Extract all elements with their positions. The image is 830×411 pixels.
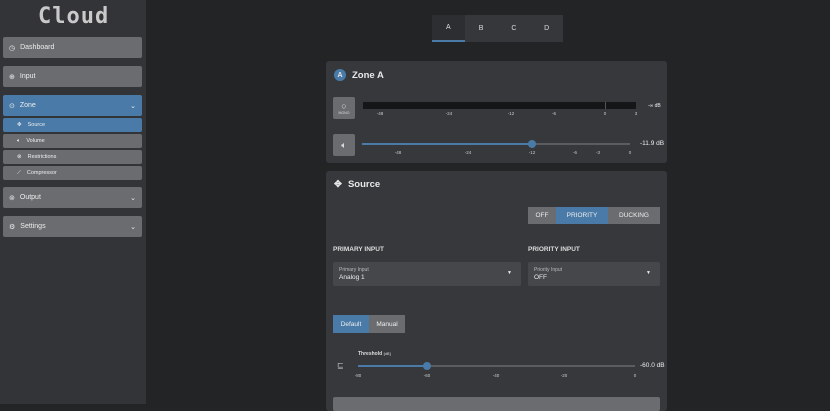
priority-input-heading: PRIORITY INPUT xyxy=(528,246,580,253)
meter-tick: -24 xyxy=(445,111,453,116)
volume-icon: 🔈︎ xyxy=(17,137,21,144)
dropdown-arrow-icon: ▼ xyxy=(646,270,651,276)
settings-icon: ⚙ xyxy=(9,223,16,231)
default-button[interactable]: Default xyxy=(333,315,369,333)
volume-slider-thumb[interactable] xyxy=(528,140,536,148)
volume-tick: -48 xyxy=(394,150,402,155)
source-mode-toggle: OFF PRIORITY DUCKING xyxy=(528,207,660,224)
threshold-tick: -20 xyxy=(560,373,568,378)
zone-icon: ⊙ xyxy=(9,102,15,110)
mute-button[interactable]: 🔈︎ xyxy=(333,134,355,156)
threshold-tick: -80 xyxy=(354,373,362,378)
speaker-icon: 🔈︎ xyxy=(341,139,347,150)
chevron-down-icon: ⌄ xyxy=(130,223,136,231)
circle-icon: ○ xyxy=(341,101,347,111)
sidebar-item-input[interactable]: ⊕ Input xyxy=(3,66,142,87)
volume-slider-fill xyxy=(362,143,532,145)
mode-ducking-button[interactable]: DUCKING xyxy=(608,207,660,224)
threshold-mode-toggle: Default Manual xyxy=(333,315,405,333)
output-icon: ⊚ xyxy=(9,194,15,202)
volume-tick: -24 xyxy=(464,150,472,155)
source-panel: ✥ Source OFF PRIORITY DUCKING PRIMARY INP… xyxy=(326,171,667,411)
volume-tick: -12 xyxy=(528,150,536,155)
sidebar-item-output[interactable]: ⊚ Output ⌄ xyxy=(3,187,142,208)
meter-value: -∞ dB xyxy=(648,103,661,109)
sidebar-subitem-source[interactable]: ✥ Source xyxy=(3,118,142,132)
source-title: Source xyxy=(347,179,381,190)
tab-b[interactable]: B xyxy=(465,15,498,42)
sidebar-item-dashboard[interactable]: ◷ Dashboard xyxy=(3,37,142,58)
volume-tick: 0 xyxy=(628,150,632,155)
primary-input-select[interactable]: Primary Input Analog 1 ▼ xyxy=(333,262,521,286)
cloud-logo: Cloud xyxy=(38,4,110,29)
meter-tick: 3 xyxy=(634,111,638,116)
threshold-slider-fill xyxy=(358,365,427,367)
manual-button[interactable]: Manual xyxy=(369,315,405,333)
volume-tick: -6 xyxy=(572,150,578,155)
threshold-value: -60.0 dB xyxy=(640,362,665,369)
tab-a[interactable]: A xyxy=(432,15,465,42)
primary-input-heading: PRIMARY INPUT xyxy=(333,246,384,253)
volume-tick: -3 xyxy=(595,150,601,155)
bottom-bar xyxy=(333,397,660,411)
chevron-down-icon: ⌄ xyxy=(130,194,136,202)
threshold-tick: -40 xyxy=(492,373,500,378)
zone-panel: A Zone A ○ MONO -48 -24 -12 -6 0 3 -∞ dB 🔈… xyxy=(326,61,667,163)
restrictions-icon: ⊗ xyxy=(17,154,22,160)
meter-tick: -12 xyxy=(507,111,515,116)
threshold-slider-thumb[interactable] xyxy=(423,362,431,370)
level-meter xyxy=(363,102,636,109)
sidebar-subitem-restrictions[interactable]: ⊗ Restrictions xyxy=(3,150,142,164)
dropdown-arrow-icon: ▼ xyxy=(507,270,512,276)
meter-tick: 0 xyxy=(603,111,607,116)
sidebar-item-zone[interactable]: ⊙ Zone ⌄ xyxy=(3,95,142,116)
zone-tabs: A B C D xyxy=(432,15,563,42)
input-icon: ⊕ xyxy=(9,73,15,81)
threshold-icon: ⊑ xyxy=(337,361,344,370)
tab-d[interactable]: D xyxy=(530,15,563,42)
mode-priority-button[interactable]: PRIORITY xyxy=(556,207,608,224)
compressor-icon: ⟋ xyxy=(17,169,21,176)
priority-input-select[interactable]: Priority Input OFF ▼ xyxy=(528,262,660,286)
source-icon: ✥ xyxy=(334,179,342,190)
sidebar-subitem-volume[interactable]: 🔈︎ Volume xyxy=(3,134,142,148)
mono-button[interactable]: ○ MONO xyxy=(333,97,355,119)
threshold-label: Threshold [dB] xyxy=(358,351,391,357)
dashboard-icon: ◷ xyxy=(9,44,16,52)
source-icon: ✥ xyxy=(17,122,22,128)
meter-tick: -48 xyxy=(376,111,384,116)
volume-value: -11.9 dB xyxy=(640,140,665,147)
sidebar: Cloud ◷ Dashboard ⊕ Input ⊙ Zone ⌄ ✥ Source 🔈… xyxy=(0,0,146,404)
tab-c[interactable]: C xyxy=(498,15,531,42)
meter-tick: -6 xyxy=(551,111,557,116)
threshold-tick: 0 xyxy=(633,373,637,378)
sidebar-item-settings[interactable]: ⚙ Settings ⌄ xyxy=(3,216,142,237)
threshold-tick: -60 xyxy=(423,373,431,378)
zone-badge: A xyxy=(334,69,346,81)
zone-title: Zone A xyxy=(352,69,384,81)
chevron-up-icon: ⌄ xyxy=(130,102,136,110)
sidebar-subitem-compressor[interactable]: ⟋ Compressor xyxy=(3,166,142,180)
mode-off-button[interactable]: OFF xyxy=(528,207,556,224)
